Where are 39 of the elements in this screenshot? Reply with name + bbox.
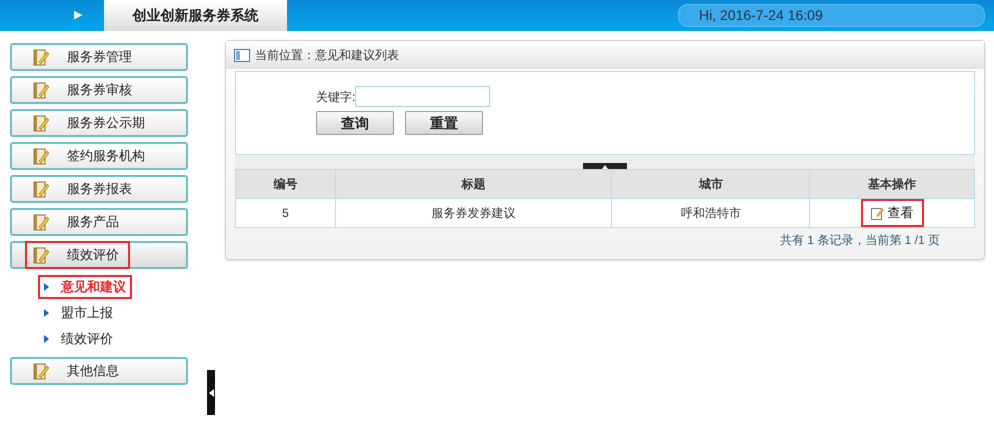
table-cell: 5 [236,198,336,228]
submenu-item[interactable]: 绩效评价 [38,327,119,351]
submenu-item[interactable]: 盟市上报 [38,301,119,325]
notepad-pencil-icon [33,180,49,198]
submenu-item[interactable]: 意见和建议 [38,275,132,299]
column-header: 基本操作 [810,170,974,198]
notepad-pencil-icon [33,246,49,264]
menu-item[interactable]: 服务券公示期 [10,109,188,137]
menu-item[interactable]: 服务券报表 [10,175,188,203]
notepad-pencil-icon [33,214,49,230]
notepad-pencil-icon [33,48,49,66]
notepad-pencil-icon [33,114,49,132]
panel-icon [234,48,250,62]
greeting-label: Hi, 2016-7-24 16:09 [678,4,985,27]
table-cell: 服务券发券建议 [335,198,612,228]
menu-item[interactable]: 服务产品 [10,208,188,236]
menu-item[interactable]: 服务券管理 [10,43,188,71]
query-button[interactable]: 查询 [316,111,394,135]
keyword-label: 关键字: [316,88,356,106]
column-header: 编号 [236,170,336,198]
menu-item[interactable]: 绩效评价 [10,241,188,269]
menu-item[interactable]: 签约服务机构 [10,142,188,170]
notepad-pencil-icon [33,82,49,98]
breadcrumb: 当前位置：意见和建议列表 [255,47,399,64]
collapse-handle[interactable] [583,163,627,169]
column-header: 标题 [335,170,612,198]
menu-item[interactable]: 其他信息 [10,357,188,385]
reset-button[interactable]: 重置 [405,111,483,135]
menu-item[interactable]: 服务券审核 [10,76,188,104]
column-header: 城市 [612,170,810,198]
sidebar-toggle[interactable] [207,370,215,415]
system-title: 创业创新服务券系统 [104,0,287,31]
table-cell: 呼和浩特市 [612,198,810,228]
pagination-info: 共有 1 条记录，当前第 1 /1 页 [780,232,940,249]
view-link[interactable]: 查看 [860,199,924,227]
edit-icon [870,206,884,220]
keyword-field[interactable] [355,86,490,107]
notepad-pencil-icon [33,362,49,380]
notepad-pencil-icon [33,148,49,164]
